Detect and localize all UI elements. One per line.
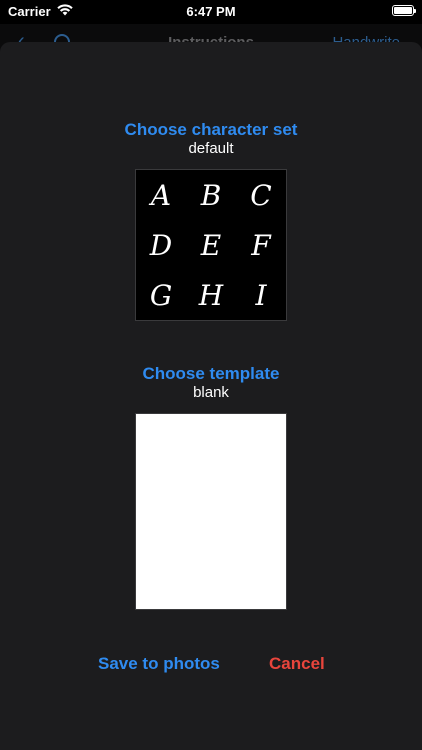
glyph-i: I <box>255 278 267 312</box>
save-to-photos-button[interactable]: Save to photos <box>98 654 220 674</box>
glyph-d: D <box>149 228 173 262</box>
glyph-a: A <box>150 178 172 212</box>
character-set-preview[interactable]: A B C D E F G H I <box>135 169 287 321</box>
battery-icon <box>392 5 416 16</box>
glyph-g: G <box>149 278 173 312</box>
glyph-c: C <box>250 178 272 212</box>
modal-sheet: Choose character set default A B C D E F… <box>0 42 422 750</box>
status-time: 6:47 PM <box>186 4 236 19</box>
choose-template-button[interactable]: Choose template <box>0 364 422 384</box>
app-screen: Carrier 6:47 PM ‹ Instructions Handwrite… <box>0 0 422 750</box>
status-bar: Carrier 6:47 PM <box>0 0 422 24</box>
template-value: blank <box>193 384 229 401</box>
cancel-button[interactable]: Cancel <box>269 654 325 674</box>
template-preview[interactable] <box>135 413 287 610</box>
glyph-f: F <box>251 228 271 262</box>
glyph-h: H <box>198 278 224 312</box>
choose-character-set-button[interactable]: Choose character set <box>0 120 422 140</box>
glyph-e: E <box>200 228 222 262</box>
character-set-value: default <box>188 140 234 157</box>
glyph-b: B <box>200 178 222 212</box>
